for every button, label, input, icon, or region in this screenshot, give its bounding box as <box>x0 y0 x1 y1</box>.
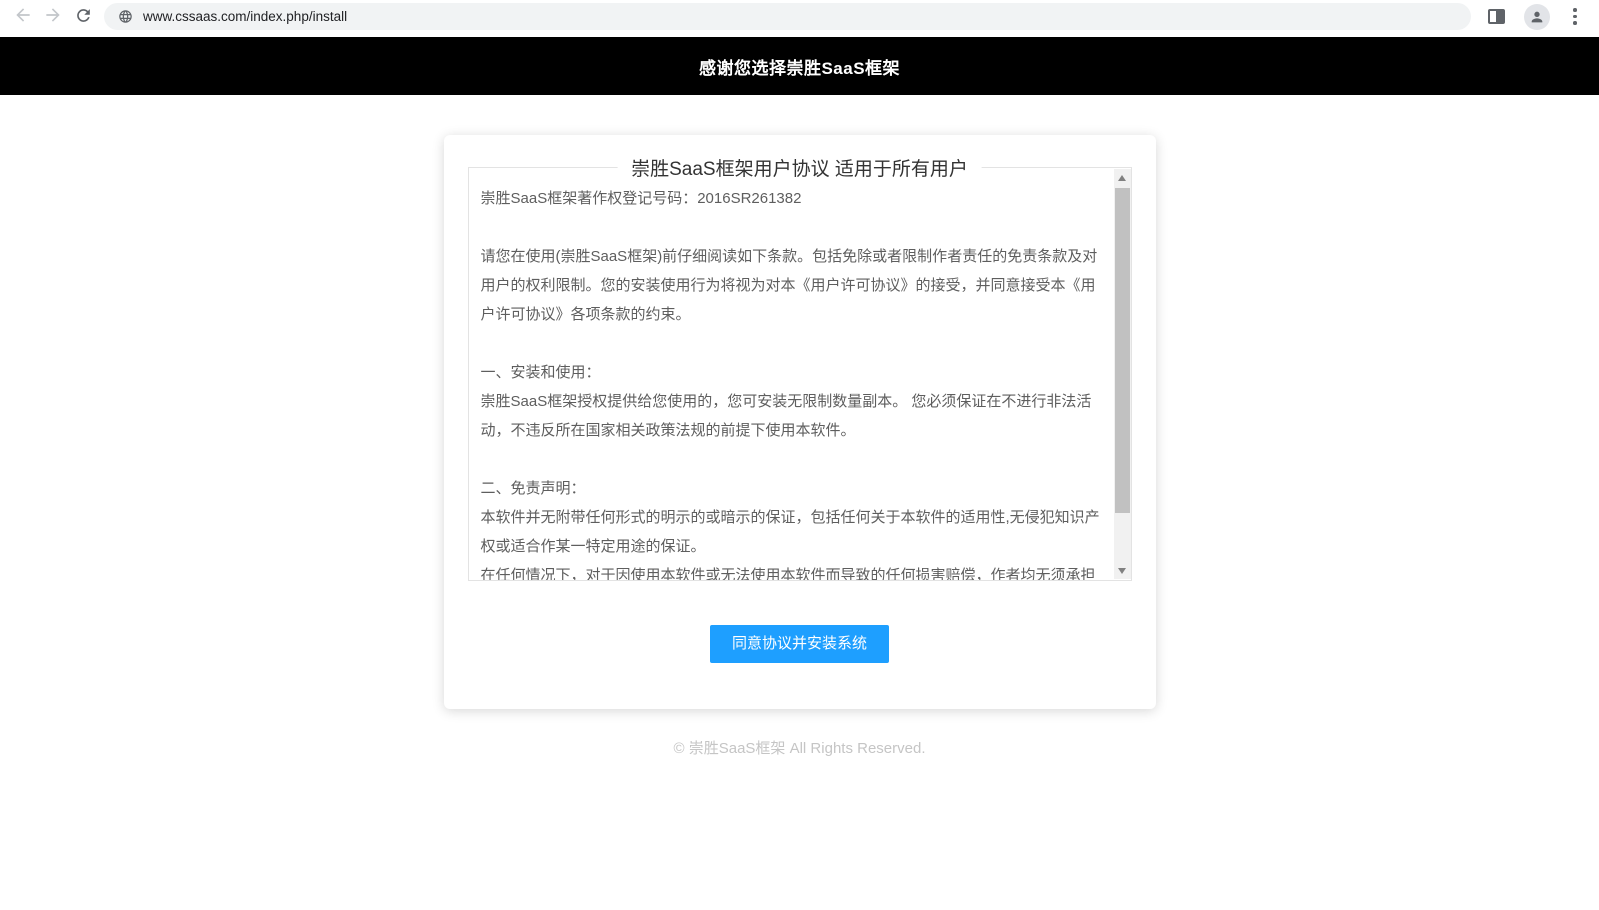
url-text: www.cssaas.com/index.php/install <box>143 9 347 24</box>
scrollbar-thumb[interactable] <box>1115 188 1130 513</box>
profile-button[interactable] <box>1523 2 1551 32</box>
browser-menu-button[interactable] <box>1565 2 1585 32</box>
site-globe-icon <box>118 9 133 24</box>
back-icon <box>13 5 33 28</box>
forward-icon <box>43 5 63 28</box>
reload-button[interactable] <box>68 2 98 32</box>
page-title: 感谢您选择崇胜SaaS框架 <box>699 54 900 79</box>
forward-button[interactable] <box>38 2 68 32</box>
browser-toolbar: www.cssaas.com/index.php/install <box>0 0 1599 37</box>
agree-install-button[interactable]: 同意协议并安装系统 <box>710 625 889 663</box>
page-header: 感谢您选择崇胜SaaS框架 <box>0 37 1599 95</box>
scroll-down-icon <box>1118 568 1126 574</box>
side-panel-button[interactable] <box>1483 2 1509 32</box>
reload-icon <box>74 6 93 28</box>
back-button[interactable] <box>8 2 38 32</box>
license-box: 崇胜SaaS框架用户协议 适用于所有用户 崇胜SaaS框架著作权登记号码：201… <box>468 167 1132 581</box>
address-bar[interactable]: www.cssaas.com/index.php/install <box>104 3 1471 30</box>
side-panel-icon <box>1488 9 1505 24</box>
avatar-icon <box>1524 4 1550 30</box>
license-card: 崇胜SaaS框架用户协议 适用于所有用户 崇胜SaaS框架著作权登记号码：201… <box>444 135 1156 709</box>
license-text[interactable]: 崇胜SaaS框架著作权登记号码：2016SR261382请您在使用(崇胜SaaS… <box>469 168 1114 580</box>
scrollbar[interactable] <box>1114 169 1131 579</box>
license-title: 崇胜SaaS框架用户协议 适用于所有用户 <box>617 154 982 181</box>
scroll-down-button[interactable] <box>1114 562 1131 579</box>
kebab-menu-icon <box>1567 4 1583 29</box>
copyright-text: © 崇胜SaaS框架 All Rights Reserved. <box>0 737 1599 758</box>
scroll-up-icon <box>1118 175 1126 181</box>
scroll-up-button[interactable] <box>1114 169 1131 186</box>
